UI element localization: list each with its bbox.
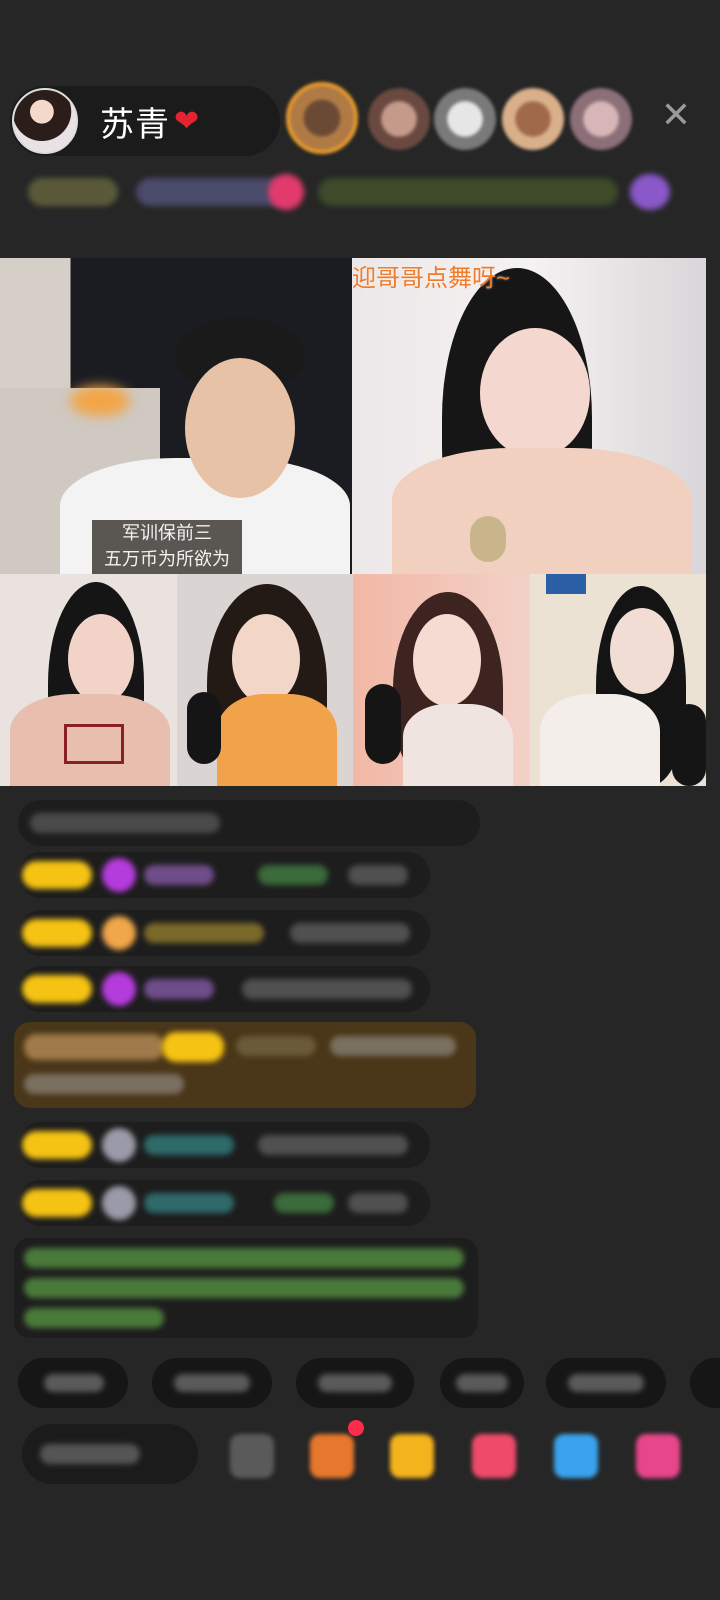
chat-message-5-highlight [14,1022,476,1108]
comment-input[interactable] [22,1424,198,1484]
share-icon[interactable] [554,1434,598,1478]
chat-system-notice [14,1238,478,1338]
video-tile-2[interactable] [352,258,706,574]
notification-dot [348,1420,364,1436]
chat-message-3 [18,910,430,956]
top-viewer-avatar-5[interactable] [570,88,632,150]
top-viewer-avatar-1[interactable] [286,82,358,154]
fan-club-icon[interactable] [472,1434,516,1478]
video-tile-4[interactable] [177,574,353,786]
top-viewer-avatar-2[interactable] [368,88,430,150]
gift-box-icon[interactable] [310,1434,354,1478]
treasure-icon[interactable] [390,1434,434,1478]
host-name: 苏青 [100,104,170,145]
heart-icon: ❤ [174,103,200,139]
quick-chip-3[interactable] [296,1358,414,1408]
host-avatar[interactable] [12,88,78,154]
caption-line-1: 军训保前三 [122,523,212,543]
gift-icon[interactable] [636,1434,680,1478]
video-tile-6[interactable] [530,574,706,786]
host-profile-pill[interactable]: 苏青 ❤ [10,86,280,156]
chat-message-1 [18,800,480,846]
caption-line-2: 五万币为所欲为 [104,549,230,569]
chat-message-2 [18,852,430,898]
video-caption: 军训保前三 五万币为所欲为 [92,520,242,574]
room-info-row[interactable] [18,170,688,214]
quick-chip-2[interactable] [152,1358,272,1408]
close-icon[interactable]: ✕ [656,96,696,136]
quick-chip-5[interactable] [546,1358,666,1408]
quick-chip-6[interactable] [690,1358,720,1408]
top-viewer-avatar-3[interactable] [434,88,496,150]
chat-message-4 [18,966,430,1012]
video-tile-5[interactable] [353,574,530,786]
quick-chip-1[interactable] [18,1358,128,1408]
video-overlay-text: 迎哥哥点舞呀~ [352,265,511,292]
chat-message-7 [18,1180,430,1226]
chat-message-6 [18,1122,430,1168]
emoji-icon[interactable] [230,1434,274,1478]
video-tile-3[interactable] [0,574,177,786]
top-viewer-avatar-4[interactable] [502,88,564,150]
quick-chip-4[interactable] [440,1358,524,1408]
